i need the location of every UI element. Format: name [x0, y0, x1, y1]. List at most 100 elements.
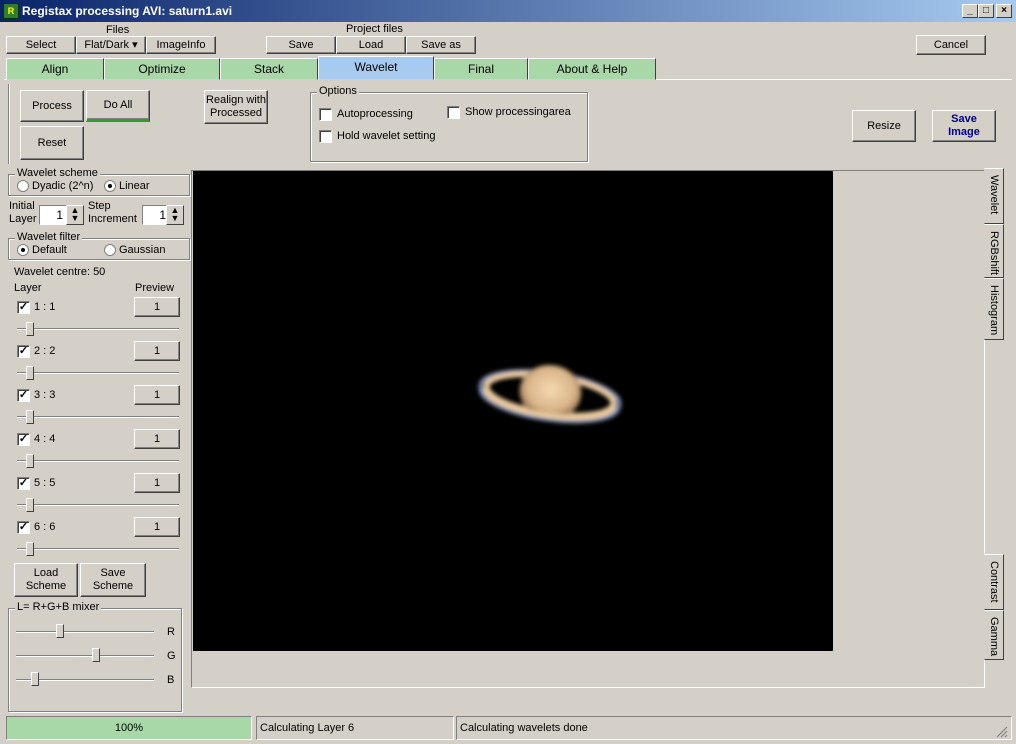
- layer-4-slider-track: [17, 460, 179, 462]
- linear-radio[interactable]: [104, 180, 116, 192]
- layer-3-label: 3 : 3: [34, 389, 56, 401]
- side-tab-rgbshift[interactable]: RGBshift: [984, 224, 1004, 278]
- image-canvas[interactable]: [193, 171, 833, 651]
- realign-line1: Realign with: [206, 94, 266, 106]
- tab-about-help[interactable]: About & Help: [528, 58, 656, 80]
- initial-line1: Initial: [9, 200, 35, 212]
- window-title: Registax processing AVI: saturn1.avi: [22, 4, 233, 18]
- linear-label: Linear: [119, 180, 150, 192]
- layer-2-slider-track: [17, 372, 179, 374]
- hold-wavelet-checkbox[interactable]: [319, 130, 332, 143]
- status-done: Calculating wavelets done: [456, 716, 1012, 740]
- layer-6-label: 6 : 6: [34, 521, 56, 533]
- process-button[interactable]: Process: [20, 90, 84, 122]
- maximize-button[interactable]: □: [978, 4, 994, 18]
- layer-5-checkbox[interactable]: ✓: [17, 477, 30, 490]
- default-radio[interactable]: [17, 244, 29, 256]
- tab-stack[interactable]: Stack: [220, 58, 318, 80]
- layer-4-preview-button[interactable]: 1: [134, 429, 180, 449]
- load-scheme-button[interactable]: Load Scheme: [14, 563, 78, 597]
- side-tab-gamma-label: Gamma: [988, 617, 1000, 657]
- save-scheme-button[interactable]: Save Scheme: [80, 563, 146, 597]
- initial-layer-input[interactable]: 1: [39, 205, 67, 225]
- layer-4-checkbox[interactable]: ✓: [17, 433, 30, 446]
- layer-2-preview-button[interactable]: 1: [134, 341, 180, 361]
- show-processingarea-checkbox[interactable]: [447, 106, 460, 119]
- saturn-image: [478, 364, 622, 424]
- mixer-label: L= R+G+B mixer: [15, 601, 102, 613]
- tab-wavelet[interactable]: Wavelet: [318, 56, 434, 80]
- mixer-r-label: R: [167, 626, 175, 638]
- mixer-b-thumb[interactable]: [31, 672, 39, 686]
- save-image-button[interactable]: Save Image: [932, 110, 996, 142]
- tab-align[interactable]: Align: [6, 58, 104, 80]
- autoprocessing-label: Autoprocessing: [337, 108, 413, 120]
- resize-grip-icon[interactable]: [996, 726, 1008, 738]
- options-label: Options: [317, 85, 359, 97]
- layer-6-checkbox[interactable]: ✓: [17, 521, 30, 534]
- resize-button[interactable]: Resize: [852, 110, 916, 142]
- app-icon: R: [3, 3, 19, 19]
- hold-wavelet-label: Hold wavelet setting: [337, 130, 436, 142]
- layer-2-checkbox[interactable]: ✓: [17, 345, 30, 358]
- tab-optimize[interactable]: Optimize: [104, 58, 220, 80]
- layer-3-checkbox[interactable]: ✓: [17, 389, 30, 402]
- layer-2-label: 2 : 2: [34, 345, 56, 357]
- project-load-button[interactable]: Load: [336, 36, 406, 54]
- side-tab-wavelet[interactable]: Wavelet: [984, 168, 1004, 224]
- project-files-label: Project files: [346, 23, 403, 35]
- autoprocessing-checkbox[interactable]: [319, 108, 332, 121]
- layer-3-preview-button[interactable]: 1: [134, 385, 180, 405]
- gaussian-radio[interactable]: [104, 244, 116, 256]
- preview-header: Preview: [135, 282, 175, 294]
- project-saveas-button[interactable]: Save as: [406, 36, 476, 54]
- side-tab-rgbshift-label: RGBshift: [988, 231, 1000, 276]
- reset-button[interactable]: Reset: [20, 126, 84, 160]
- layer-1-slider-thumb[interactable]: [26, 322, 34, 336]
- side-tab-histogram[interactable]: Histogram: [984, 278, 1004, 340]
- load-scheme-line2: Scheme: [25, 580, 67, 592]
- mixer-g-thumb[interactable]: [92, 648, 100, 662]
- layer-6-slider-thumb[interactable]: [26, 542, 34, 556]
- cancel-button[interactable]: Cancel: [916, 35, 986, 55]
- default-label: Default: [32, 244, 67, 256]
- mixer-g-label: G: [167, 650, 176, 662]
- mixer-r-thumb[interactable]: [56, 624, 64, 638]
- options-group: Options: [310, 85, 588, 162]
- side-tab-gamma[interactable]: Gamma: [984, 610, 1004, 660]
- initial-layer-spinner[interactable]: ▲ ▼: [66, 205, 84, 225]
- flatdark-button[interactable]: Flat/Dark ▾: [76, 36, 146, 54]
- status-layer: Calculating Layer 6: [256, 716, 454, 740]
- gaussian-label: Gaussian: [119, 244, 166, 256]
- layer-2-slider-thumb[interactable]: [26, 366, 34, 380]
- tab-final[interactable]: Final: [434, 58, 528, 80]
- wavelet-scheme-label: Wavelet scheme: [15, 167, 100, 179]
- layer-5-slider-track: [17, 504, 179, 506]
- progress-bar: 100%: [6, 716, 252, 740]
- mixer-r-track: [16, 631, 154, 633]
- close-button[interactable]: ×: [996, 4, 1012, 18]
- side-tab-contrast[interactable]: Contrast: [984, 554, 1004, 610]
- layer-6-slider-track: [17, 548, 179, 550]
- layer-5-preview-button[interactable]: 1: [134, 473, 180, 493]
- layer-3-slider-thumb[interactable]: [26, 410, 34, 424]
- layer-1-slider-track: [17, 328, 179, 330]
- do-all-button[interactable]: Do All: [86, 90, 150, 122]
- layer-1-preview-button[interactable]: 1: [134, 297, 180, 317]
- step-line2: Increment: [88, 213, 137, 225]
- step-increment-spinner[interactable]: ▲ ▼: [166, 205, 184, 225]
- minimize-button[interactable]: _: [962, 4, 978, 18]
- side-tab-wavelet-label: Wavelet: [988, 175, 1000, 215]
- imageinfo-button[interactable]: ImageInfo: [146, 36, 216, 54]
- realign-button[interactable]: Realign with Processed: [204, 90, 268, 124]
- dyadic-radio[interactable]: [17, 180, 29, 192]
- select-button[interactable]: Select: [6, 36, 76, 54]
- load-scheme-line1: Load: [33, 567, 59, 579]
- wavelet-filter-label: Wavelet filter: [15, 231, 83, 243]
- layer-4-slider-thumb[interactable]: [26, 454, 34, 468]
- layer-6-preview-button[interactable]: 1: [134, 517, 180, 537]
- layer-1-checkbox[interactable]: ✓: [17, 301, 30, 314]
- layer-5-slider-thumb[interactable]: [26, 498, 34, 512]
- project-save-button[interactable]: Save: [266, 36, 336, 54]
- layer-4-label: 4 : 4: [34, 433, 56, 445]
